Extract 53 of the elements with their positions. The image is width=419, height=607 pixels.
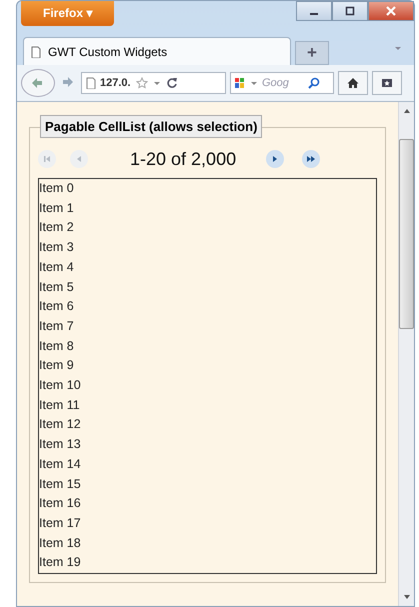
list-item[interactable]: Item 11 xyxy=(39,396,376,416)
list-item[interactable]: Item 13 xyxy=(39,435,376,455)
page-range: 1-20 of 2,000 xyxy=(130,148,236,170)
list-item[interactable]: Item 12 xyxy=(39,415,376,436)
list-item[interactable]: Item 2 xyxy=(39,218,376,238)
list-item[interactable]: Item 16 xyxy=(39,494,376,514)
home-button[interactable] xyxy=(338,71,368,95)
list-item[interactable]: Item 19 xyxy=(39,553,376,574)
maximize-button[interactable] xyxy=(332,1,368,21)
list-item[interactable]: Item 14 xyxy=(39,454,376,475)
search-engine-icon xyxy=(234,77,246,89)
list-item[interactable]: Item 10 xyxy=(39,376,376,396)
triangle-right-icon xyxy=(273,156,278,162)
last-page-button[interactable] xyxy=(302,150,320,168)
list-item[interactable]: Item 1 xyxy=(39,198,376,218)
search-icon xyxy=(308,77,320,89)
browser-tab[interactable]: GWT Custom Widgets xyxy=(23,37,291,65)
page-icon xyxy=(30,46,42,58)
bookmarks-icon xyxy=(381,77,393,89)
list-item[interactable]: Item 8 xyxy=(39,336,376,356)
home-icon xyxy=(347,77,359,89)
next-page-button[interactable] xyxy=(266,150,284,168)
list-item[interactable]: Item 0 xyxy=(39,179,376,199)
scroll-thumb[interactable] xyxy=(399,139,414,329)
close-icon xyxy=(385,5,397,17)
page-icon xyxy=(85,77,97,89)
list-item[interactable]: Item 18 xyxy=(39,534,376,554)
search-input[interactable]: Goog xyxy=(262,77,306,89)
bookmarks-button[interactable] xyxy=(372,71,402,95)
minimize-button[interactable] xyxy=(296,1,332,21)
back-arrow-icon xyxy=(31,77,45,89)
list-item[interactable]: Item 15 xyxy=(39,474,376,494)
new-tab-button[interactable]: + xyxy=(295,41,329,65)
search-bar[interactable]: Goog xyxy=(230,72,334,94)
scrollbar[interactable] xyxy=(398,102,414,606)
star-icon xyxy=(136,77,148,89)
list-item[interactable]: Item 6 xyxy=(39,297,376,317)
address-field[interactable]: 127.0. xyxy=(81,72,226,94)
minimize-icon xyxy=(310,13,318,15)
fast-forward-icon xyxy=(307,156,316,162)
forward-arrow-icon xyxy=(62,76,74,88)
fieldset-legend: Pagable CellList (allows selection) xyxy=(40,115,262,138)
list-item[interactable]: Item 7 xyxy=(39,316,376,337)
maximize-icon xyxy=(344,5,356,17)
list-item[interactable]: Item 3 xyxy=(39,238,376,258)
triangle-left-icon xyxy=(77,156,81,162)
close-button[interactable] xyxy=(368,1,414,21)
skip-back-icon xyxy=(44,156,50,162)
list-item[interactable]: Item 9 xyxy=(39,356,376,376)
list-item[interactable]: Item 17 xyxy=(39,514,376,534)
reload-icon xyxy=(166,77,178,89)
list-item[interactable]: Item 5 xyxy=(39,278,376,298)
list-item[interactable]: Item 4 xyxy=(39,258,376,278)
